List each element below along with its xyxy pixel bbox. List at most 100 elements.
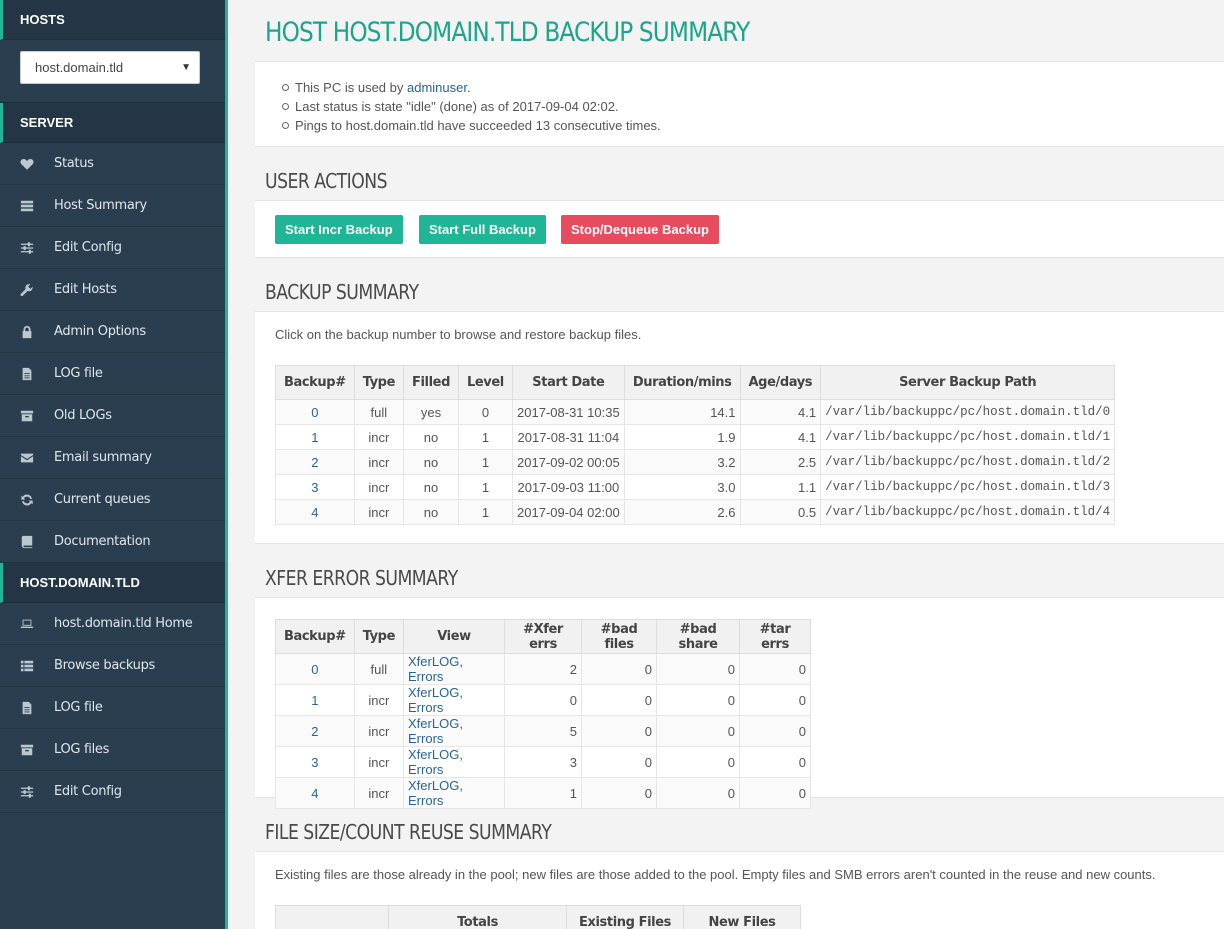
file-icon [20,367,34,381]
sidebar-item-edit-hosts[interactable]: Edit Hosts [0,269,225,311]
table-header-row: Totals Existing Files New Files [275,905,801,929]
column-header[interactable]: #Xfer errs [504,619,583,654]
sidebar-item-host-log-file[interactable]: LOG file [0,687,225,729]
column-header[interactable]: Type [353,365,405,400]
start-incr-backup-button[interactable]: Start Incr Backup [275,215,403,244]
xferlog-link[interactable]: XferLOG [408,716,459,731]
sidebar-item-host-summary[interactable]: Host Summary [0,185,225,227]
table-cell: full [353,399,405,425]
sidebar-item-log-file[interactable]: LOG file [0,353,225,395]
view-cell: XferLOG, Errors [403,746,506,778]
table-cell: 1 [458,474,513,500]
backup-number-link[interactable]: 3 [311,755,318,770]
xferlog-link[interactable]: XferLOG [408,654,459,669]
table-cell: 3 [275,746,355,778]
host-ping-line: Pings to host.domain.tld have succeeded … [282,116,1224,135]
backup-summary-title: BACKUP SUMMARY [265,280,419,304]
sidebar-item-browse-backups[interactable]: Browse backups [0,645,225,687]
table-row: 4 incr no 1 2017-09-04 02:00 2.6 0.5/var/lib/b… [275,499,1116,525]
host-user-suffix: . [466,80,471,95]
column-header[interactable]: #bad files [581,619,658,654]
column-header: Totals [388,905,567,929]
table-row: 2 incr XferLOG, Errors 5 0 0 0 [275,715,812,747]
xferlog-link[interactable]: XferLOG [408,778,459,793]
host-select[interactable]: host.domain.tld ▼ [20,51,200,84]
column-header[interactable]: #tar errs [739,619,812,654]
table-cell: no [403,449,459,475]
sidebar-item-host-edit-config[interactable]: Edit Config [0,771,225,813]
column-header[interactable]: Server Backup Path [820,365,1116,400]
errors-link[interactable]: Errors [408,762,443,777]
table-cell: 0 [581,715,658,747]
sidebar-item-host-log-files[interactable]: LOG files [0,729,225,771]
table-cell: 2017-08-31 11:04 [511,424,625,450]
backup-number-link[interactable]: 2 [311,724,318,739]
host-info-panel: This PC is used by adminuser. Last statu… [255,61,1224,147]
backup-number-link[interactable]: 0 [311,405,318,420]
table-cell: 0 [656,653,741,685]
backup-number-link[interactable]: 0 [311,662,318,677]
column-header[interactable]: View [403,619,506,654]
column-header[interactable]: Level [458,365,513,400]
backup-number-link[interactable]: 4 [311,505,318,520]
backup-number-link[interactable]: 3 [311,480,318,495]
table-row: 1 incr XferLOG, Errors 0 0 0 0 [275,684,812,716]
xferlog-link[interactable]: XferLOG [408,685,459,700]
sidebar-item-old-logs[interactable]: Old LOGs [0,395,225,437]
server-header: SERVER [0,103,225,143]
table-cell: 0 [739,777,812,809]
page-title: HOST HOST.DOMAIN.TLD BACKUP SUMMARY [265,17,750,48]
column-header[interactable]: Age/days [739,365,822,400]
table-cell: 2017-08-31 10:35 [511,399,625,425]
user-actions-panel: Start Incr Backup Start Full Backup Stop… [255,200,1224,258]
table-cell: 2017-09-03 11:00 [511,474,625,500]
laptop-icon [20,617,34,631]
sidebar-item-host-home[interactable]: host.domain.tld Home [0,603,225,645]
column-header[interactable]: Backup# [275,619,355,654]
table-cell: 0 [656,684,741,716]
errors-link[interactable]: Errors [408,700,443,715]
backup-number-link[interactable]: 1 [311,430,318,445]
sidebar-item-label: LOG file [54,365,103,381]
errors-link[interactable]: Errors [408,793,443,808]
table-cell: /var/lib/backuppc/pc/host.domain.tld/3 [820,474,1116,500]
table-row: 3 incr XferLOG, Errors 3 0 0 0 [275,746,812,778]
column-header[interactable]: Backup# [275,365,355,400]
host-user-link[interactable]: adminuser [407,80,467,95]
column-header[interactable]: Start Date [511,365,625,400]
backup-number-link[interactable]: 1 [311,693,318,708]
column-header: New Files [683,905,801,929]
table-cell: 2.6 [623,499,741,525]
sidebar-item-admin-options[interactable]: Admin Options [0,311,225,353]
stop-dequeue-backup-button[interactable]: Stop/Dequeue Backup [561,215,719,244]
column-header[interactable]: Type [353,619,405,654]
xferlog-link[interactable]: XferLOG [408,747,459,762]
column-header[interactable]: Duration/mins [623,365,741,400]
host-select-wrap: host.domain.tld ▼ [0,40,225,103]
sliders-icon [20,785,34,799]
errors-link[interactable]: Errors [408,731,443,746]
sidebar-item-label: Admin Options [54,323,146,339]
table-cell: 0 [656,777,741,809]
sidebar-item-edit-config[interactable]: Edit Config [0,227,225,269]
sidebar-item-email-summary[interactable]: Email summary [0,437,225,479]
sidebar-item-current-queues[interactable]: Current queues [0,479,225,521]
errors-link[interactable]: Errors [408,669,443,684]
sidebar-item-label: Edit Config [54,239,122,255]
column-header[interactable]: #bad share [656,619,741,654]
sidebar-item-status[interactable]: Status [0,143,225,185]
file-icon [20,701,34,715]
sidebar-item-label: Status [54,155,94,171]
table-cell: 1.1 [739,474,822,500]
backup-number-link[interactable]: 2 [311,455,318,470]
list-icon [20,659,34,673]
sidebar-item-documentation[interactable]: Documentation [0,521,225,563]
table-cell: 1 [458,424,513,450]
view-cell: XferLOG, Errors [403,777,506,809]
column-header[interactable]: Filled [403,365,459,400]
start-full-backup-button[interactable]: Start Full Backup [419,215,546,244]
table-cell: 5 [504,715,583,747]
table-cell: 3.2 [623,449,741,475]
backup-number-link[interactable]: 4 [311,786,318,801]
archive-icon [20,743,34,757]
